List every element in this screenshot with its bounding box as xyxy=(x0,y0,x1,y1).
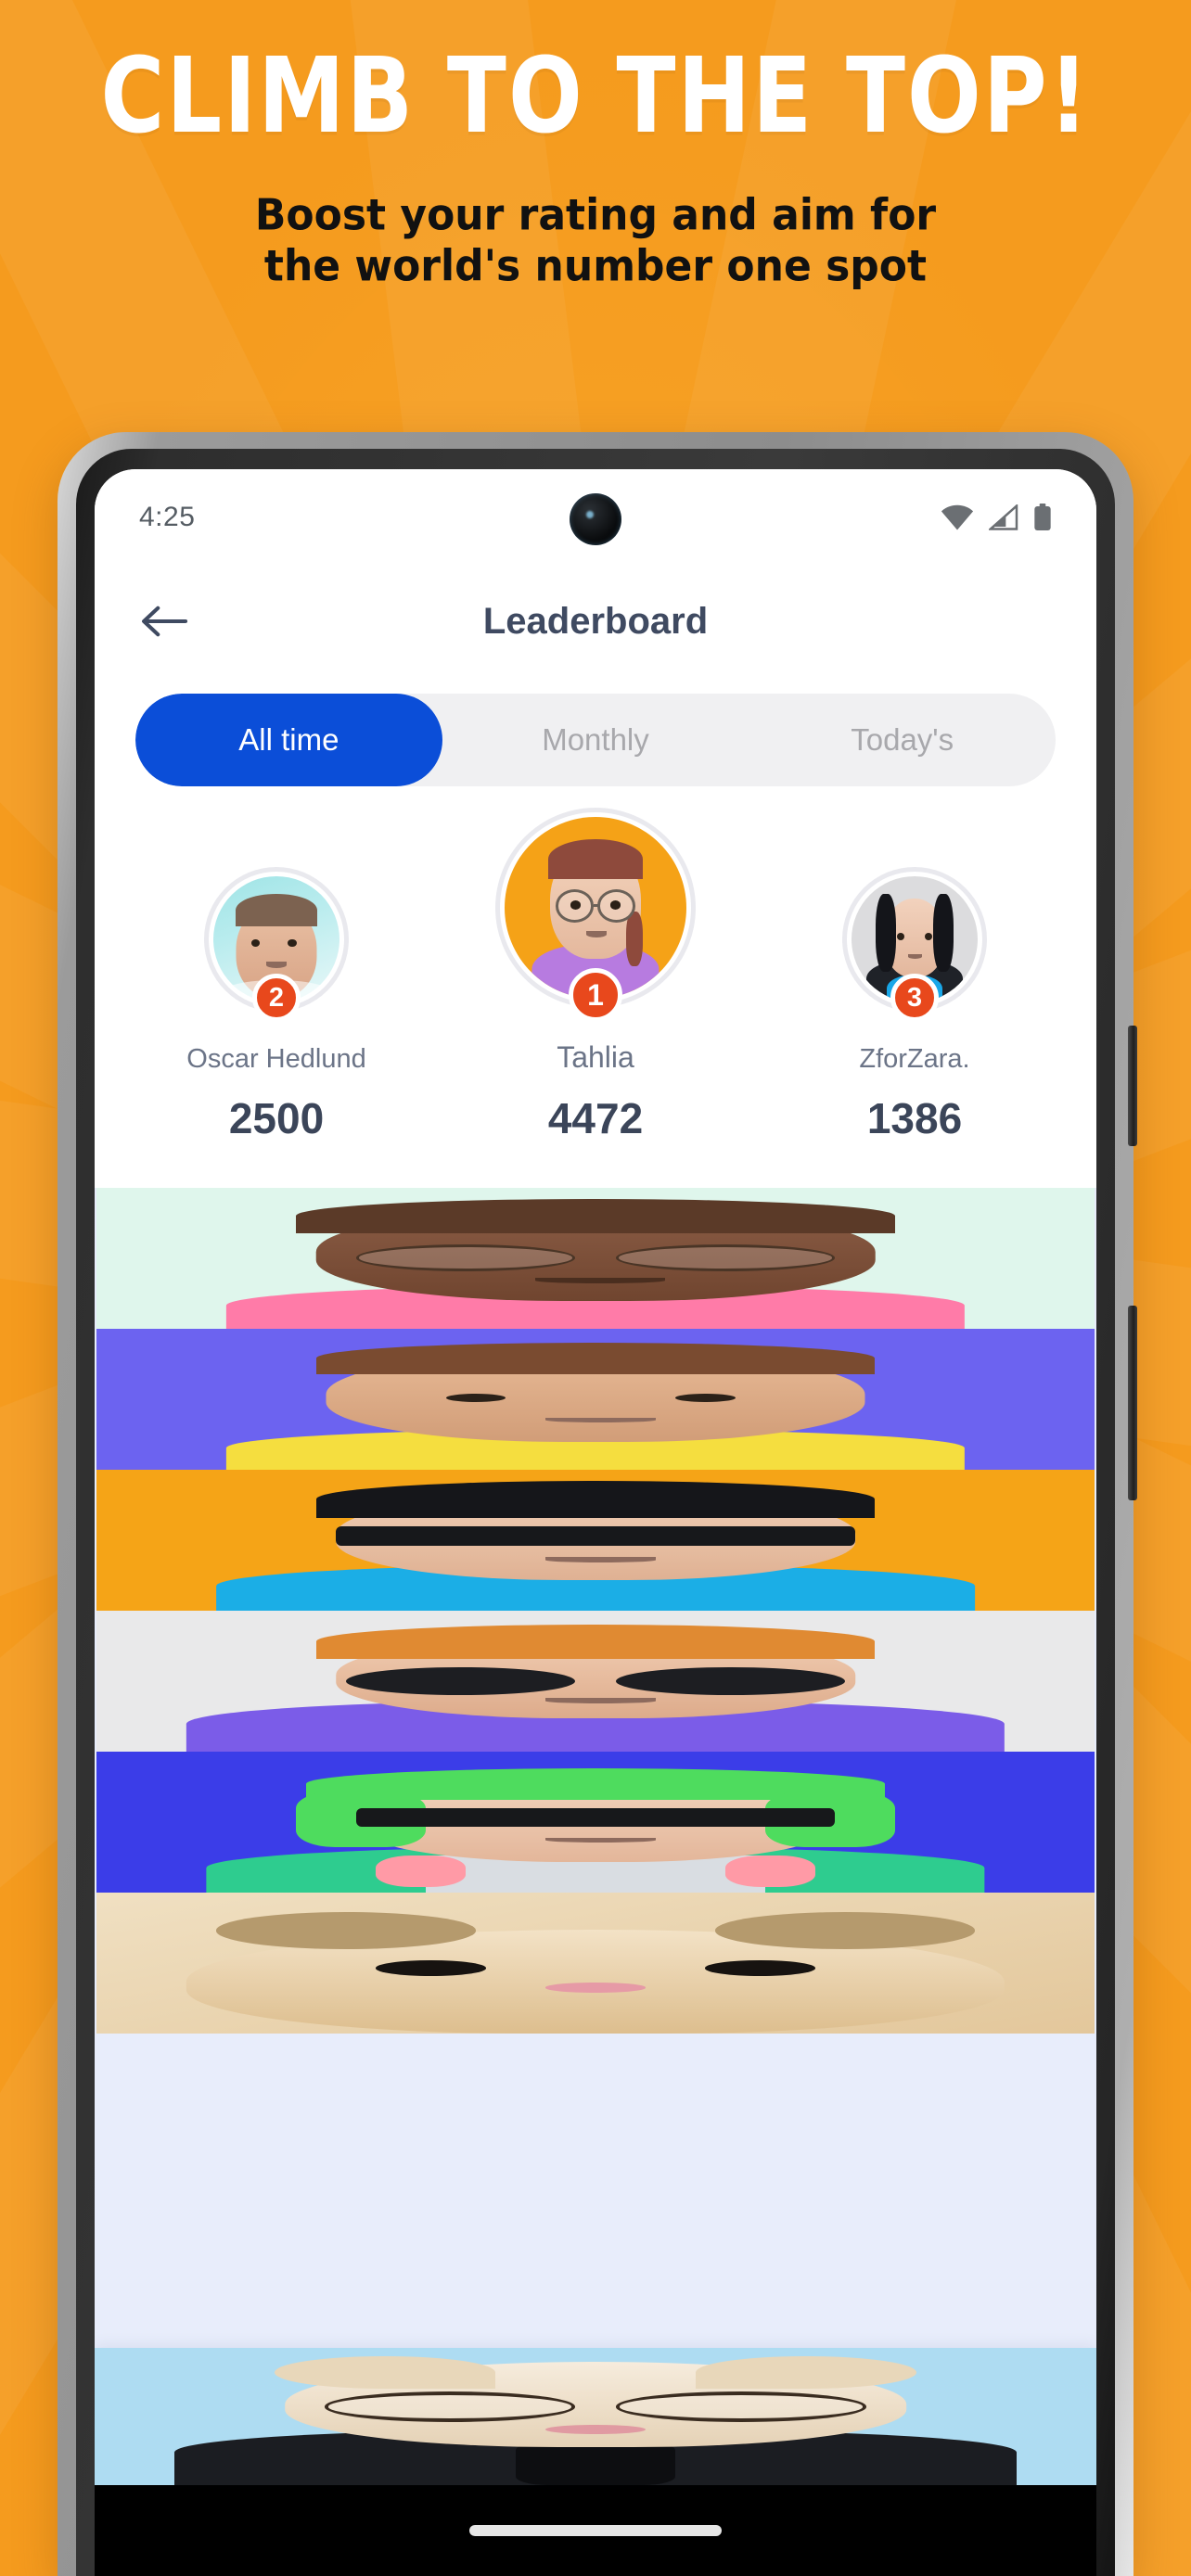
wifi-icon xyxy=(941,504,974,530)
promo-subhead: Boost your rating and aim for the world'… xyxy=(0,190,1191,292)
podium-score: 4472 xyxy=(547,1094,644,1142)
podium-score: 1386 xyxy=(866,1094,963,1142)
period-tabs: All time Monthly Today's xyxy=(135,694,1056,786)
podium-entry-3[interactable]: 3 ZforZara. 1386 xyxy=(761,872,1069,1143)
avatar xyxy=(96,1329,1095,1470)
rank-badge: 3 xyxy=(890,974,939,1022)
home-indicator[interactable] xyxy=(469,2525,722,2536)
my-avatar xyxy=(95,2348,1096,2485)
promo-copy: CLIMB TO THE TOP! Boost your rating and … xyxy=(0,0,1191,292)
rank-badge: 1 xyxy=(569,968,622,1022)
table-row[interactable]: 5 jejeke xyxy=(96,1329,1095,1470)
volume-button[interactable] xyxy=(1128,1306,1137,1500)
status-bar: 4:25 xyxy=(95,469,1096,566)
promo-subhead-line2: the world's number one spot xyxy=(263,240,928,291)
promo-subhead-line1: Boost your rating and aim for xyxy=(254,189,937,240)
podium-card: 2 Oscar Hedlund 2500 1 Tahlia 4472 3 Zfo… xyxy=(95,786,1096,1188)
back-button[interactable] xyxy=(135,593,193,650)
tab-monthly[interactable]: Monthly xyxy=(442,694,749,786)
front-camera-punchhole xyxy=(570,493,621,545)
leaderboard-list[interactable]: 4 Jonny xyxy=(95,1188,1096,2348)
table-row[interactable]: 8 xyxy=(96,1752,1095,1893)
podium-entry-1[interactable]: 1 Tahlia 4472 xyxy=(442,812,749,1143)
avatar-ring: 1 xyxy=(500,812,691,1022)
table-row[interactable]: 6 Diego Arellano 7 xyxy=(96,1470,1095,1611)
avatar xyxy=(96,1470,1095,1611)
phone-mockup: 4:25 Leaderboard All time Monthly Today'… xyxy=(58,432,1137,2576)
cellular-signal-icon xyxy=(989,504,1018,530)
android-nav-bar xyxy=(95,2485,1096,2576)
table-row[interactable]: 4 Jonny xyxy=(96,1188,1095,1329)
status-time: 4:25 xyxy=(139,502,196,532)
promo-stage: CLIMB TO THE TOP! Boost your rating and … xyxy=(0,0,1191,2576)
avatar-ring: 3 xyxy=(847,872,982,1022)
podium-name: ZforZara. xyxy=(859,1044,970,1074)
table-row[interactable]: 9 Anna Hellst xyxy=(96,1893,1095,2034)
table-row[interactable]: 7 수기두 xyxy=(96,1611,1095,1752)
power-button[interactable] xyxy=(1128,1026,1137,1146)
podium-name: Tahlia xyxy=(557,1040,634,1074)
promo-headline: CLIMB TO THE TOP! xyxy=(100,35,1091,157)
avatar xyxy=(96,1893,1095,2034)
phone-screen: 4:25 Leaderboard All time Monthly Today'… xyxy=(95,469,1096,2576)
avatar xyxy=(96,1752,1095,1893)
podium: 2 Oscar Hedlund 2500 1 Tahlia 4472 3 Zfo… xyxy=(122,812,1069,1143)
podium-entry-2[interactable]: 2 Oscar Hedlund 2500 xyxy=(122,872,430,1143)
battery-icon xyxy=(1033,504,1052,531)
avatar-ring: 2 xyxy=(209,872,344,1022)
tab-todays[interactable]: Today's xyxy=(749,694,1056,786)
page-title: Leaderboard xyxy=(482,600,709,642)
back-arrow-icon xyxy=(141,605,187,638)
app-bar: Leaderboard xyxy=(95,566,1096,677)
rank-badge: 2 xyxy=(252,974,301,1022)
avatar xyxy=(96,1611,1095,1752)
avatar xyxy=(96,1188,1095,1329)
podium-score: 2500 xyxy=(228,1094,325,1142)
my-rank-row[interactable]: 28 My R xyxy=(95,2348,1096,2485)
tab-all-time[interactable]: All time xyxy=(135,694,442,786)
podium-name: Oscar Hedlund xyxy=(186,1044,366,1074)
status-icons xyxy=(941,504,1052,531)
